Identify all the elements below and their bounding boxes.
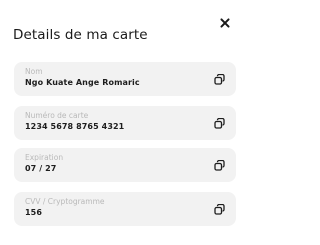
field-value: Ngo Kuate Ange Romaric [25, 78, 140, 87]
field-value: 07 / 27 [25, 164, 57, 173]
copy-icon[interactable] [214, 118, 225, 129]
card-details-modal: Details de ma carte Nom Ngo Kuate Ange R… [0, 0, 250, 245]
field-cvv: CVV / Cryptogramme 156 [14, 192, 236, 226]
field-label: CVV / Cryptogramme [25, 197, 105, 206]
field-label: Numéro de carte [25, 111, 89, 120]
field-value: 156 [25, 208, 42, 217]
field-label: Expiration [25, 153, 64, 162]
close-icon[interactable] [218, 16, 232, 30]
modal-title: Details de ma carte [13, 27, 148, 43]
copy-icon[interactable] [214, 160, 225, 171]
copy-icon[interactable] [214, 204, 225, 215]
copy-icon[interactable] [214, 74, 225, 85]
field-label: Nom [25, 67, 43, 76]
field-card-number: Numéro de carte 1234 5678 8765 4321 [14, 106, 236, 140]
field-expiration: Expiration 07 / 27 [14, 148, 236, 182]
field-name: Nom Ngo Kuate Ange Romaric [14, 62, 236, 96]
field-value: 1234 5678 8765 4321 [25, 122, 125, 131]
